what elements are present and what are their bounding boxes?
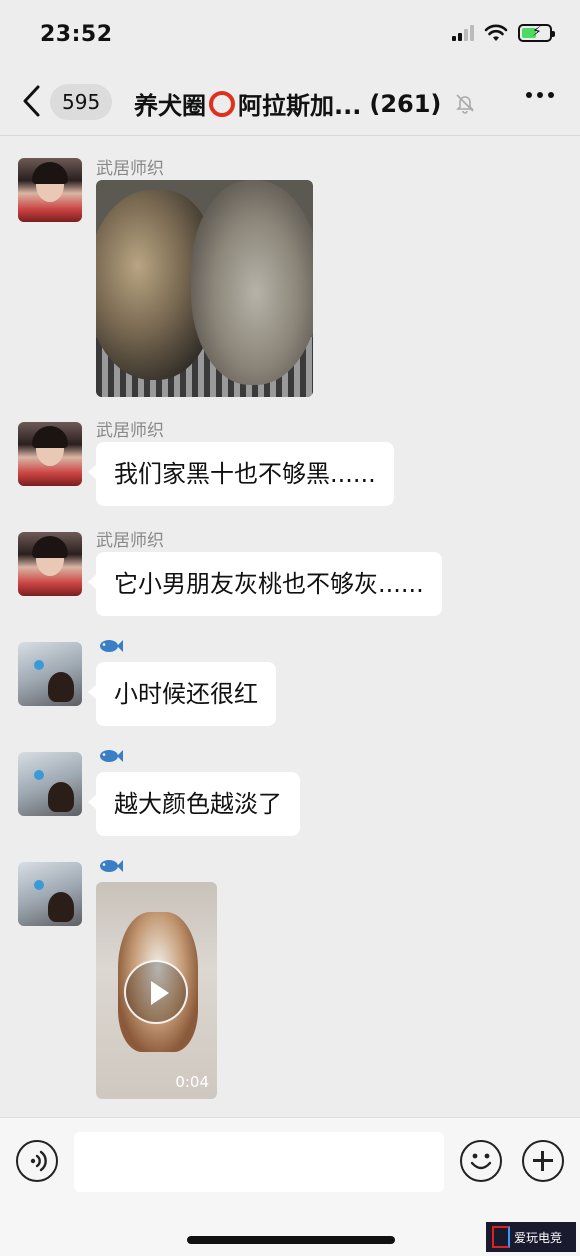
smiley-icon	[470, 1153, 492, 1170]
fish-icon	[100, 640, 123, 652]
emoji-button[interactable]	[460, 1140, 502, 1182]
avatar[interactable]	[18, 158, 82, 222]
play-icon[interactable]	[124, 960, 188, 1024]
message-bubble[interactable]: 它小男朋友灰桃也不够灰......	[88, 552, 442, 616]
more-options-button[interactable]	[526, 92, 554, 98]
more-actions-button[interactable]	[522, 1140, 564, 1182]
avatar[interactable]	[18, 422, 82, 486]
avatar[interactable]	[18, 642, 82, 706]
chat-title-part1: 养犬圈	[134, 92, 206, 120]
fish-icon	[100, 750, 123, 762]
battery-icon: ⚡	[518, 24, 555, 42]
video-duration: 0:04	[175, 1073, 209, 1091]
watermark-text: 爱玩电竞	[514, 1230, 563, 1245]
status-bar: 23:52 ⚡	[0, 0, 580, 70]
message-input[interactable]	[74, 1132, 444, 1192]
red-ring-icon	[209, 90, 235, 117]
sender-name: 武居师织	[96, 159, 164, 179]
back-button[interactable]	[20, 84, 50, 120]
cellular-signal-icon	[452, 25, 474, 41]
watermark-icon	[492, 1226, 510, 1248]
voice-icon	[30, 1150, 47, 1172]
member-count: (261)	[369, 89, 442, 118]
chevron-left-icon	[23, 85, 40, 117]
avatar[interactable]	[18, 862, 82, 926]
chat-title: 养犬圈 阿拉斯加... (261)	[134, 86, 441, 121]
avatar[interactable]	[18, 532, 82, 596]
sender-name: 武居师织	[96, 531, 164, 551]
chat-header: 595 养犬圈 阿拉斯加... (261)	[0, 70, 580, 136]
mute-bell-icon	[456, 94, 474, 114]
message-bubble[interactable]: 越大颜色越淡了	[88, 772, 300, 836]
sender-name: 武居师织	[96, 421, 164, 441]
wifi-icon	[484, 24, 508, 41]
status-time: 23:52	[40, 22, 113, 47]
image-message[interactable]	[96, 180, 313, 397]
chat-title-part2: 阿拉斯加...	[238, 92, 362, 120]
watermark-logo: 爱玩电竞	[486, 1222, 576, 1252]
fish-icon	[100, 860, 123, 872]
home-indicator	[187, 1236, 395, 1244]
video-message[interactable]: 0:04	[96, 882, 217, 1099]
voice-input-button[interactable]	[16, 1140, 58, 1182]
message-bubble[interactable]: 小时候还很红	[88, 662, 276, 726]
message-bubble[interactable]: 我们家黑十也不够黑......	[88, 442, 394, 506]
avatar[interactable]	[18, 752, 82, 816]
status-icons: ⚡	[452, 24, 555, 42]
unread-count-badge[interactable]: 595	[50, 84, 113, 120]
